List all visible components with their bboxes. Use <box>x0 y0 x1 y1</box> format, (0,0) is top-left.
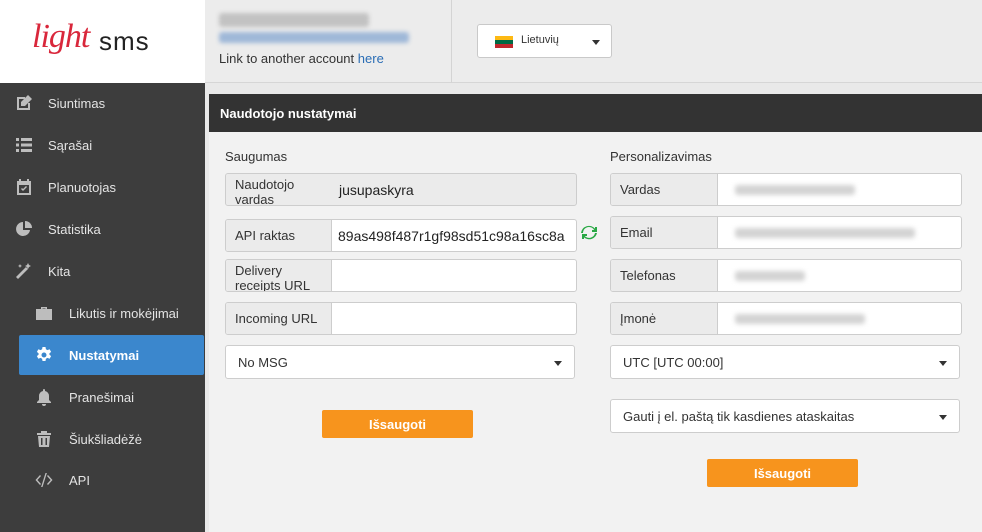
timezone-select[interactable]: UTC [UTC 00:00] <box>610 345 960 379</box>
list-icon <box>16 138 32 152</box>
company-label: Įmonė <box>611 303 718 334</box>
email-value-redacted <box>735 228 915 238</box>
sidebar-item-label: Šiukšliadėžė <box>69 431 142 447</box>
company-field[interactable]: Įmonė <box>610 302 962 335</box>
sidebar-item-nustatymai[interactable]: Nustatymai <box>19 335 204 375</box>
bell-icon <box>37 389 51 406</box>
trash-icon <box>37 431 51 447</box>
sidebar-item-label: Likutis ir mokėjimai <box>69 305 179 321</box>
email-label: Email <box>611 217 718 248</box>
delivery-receipts-url-field[interactable]: Delivery receipts URL <box>225 259 577 292</box>
link-account-here[interactable]: here <box>358 51 384 66</box>
msg-select[interactable]: No MSG <box>225 345 575 379</box>
phone-value-redacted <box>735 271 805 281</box>
sidebar-item-pranesimai[interactable]: Pranešimai <box>0 377 205 417</box>
sidebar-item-planuotojas[interactable]: Planuotojas <box>0 167 205 207</box>
magic-wand-icon <box>16 263 31 279</box>
sidebar-item-statistika[interactable]: Statistika <box>0 209 205 249</box>
sidebar-item-label: Pranešimai <box>69 389 135 405</box>
username-label: Naudotojo vardas <box>226 174 332 205</box>
panel-title: Naudotojo nustatymai <box>209 94 982 132</box>
sidebar-item-siuksliadeze[interactable]: Šiukšliadėžė <box>0 419 205 459</box>
incoming-url-field[interactable]: Incoming URL <box>225 302 577 335</box>
company-value-redacted <box>735 314 865 324</box>
language-select[interactable]: Lietuvių <box>477 24 612 58</box>
save-personalization-button[interactable]: Išsaugoti <box>707 459 858 487</box>
email-field[interactable]: Email <box>610 216 962 249</box>
security-heading: Saugumas <box>225 149 288 164</box>
phone-field[interactable]: Telefonas <box>610 259 962 292</box>
phone-label: Telefonas <box>611 260 718 291</box>
incoming-url-label: Incoming URL <box>226 303 332 334</box>
top-bar: Link to another account here Lietuvių <box>205 0 982 83</box>
briefcase-icon <box>36 307 52 320</box>
logo[interactable]: light sms <box>0 0 205 83</box>
chevron-down-icon <box>554 361 562 366</box>
sidebar-item-label: Sąrašai <box>48 137 93 153</box>
api-key-field[interactable]: API raktas 89as498f487r1gf98sd51c98a16sc… <box>225 219 577 252</box>
api-key-value: 89as498f487r1gf98sd51c98a16sc8a <box>338 228 565 244</box>
sidebar-item-label: API <box>69 472 90 488</box>
sidebar: Siuntimas Sąrašai Planuotojas Statistika… <box>0 83 205 532</box>
sidebar-item-label: Nustatymai <box>69 347 140 363</box>
chevron-down-icon <box>939 361 947 366</box>
language-select-value: Lietuvių <box>521 34 559 46</box>
api-key-label: API raktas <box>226 220 332 251</box>
logo-light-text: light <box>32 18 90 55</box>
name-field[interactable]: Vardas <box>610 173 962 206</box>
sidebar-item-kita[interactable]: Kita <box>0 251 205 291</box>
edit-icon <box>17 95 32 110</box>
name-label: Vardas <box>611 174 718 205</box>
account-email-redacted[interactable] <box>219 32 409 43</box>
calendar-icon <box>17 179 31 195</box>
name-value-redacted <box>735 185 855 195</box>
save-security-button[interactable]: Išsaugoti <box>322 410 473 438</box>
sidebar-item-label: Statistika <box>48 221 101 237</box>
divider <box>451 0 452 83</box>
lithuania-flag-icon <box>495 36 513 48</box>
username-value: jusupaskyra <box>339 182 414 198</box>
personalization-heading: Personalizavimas <box>610 149 712 164</box>
chevron-down-icon <box>939 415 947 420</box>
username-field: Naudotojo vardas jusupaskyra <box>225 173 577 206</box>
reports-select-value: Gauti į el. paštą tik kasdienes ataskait… <box>623 409 855 424</box>
pie-chart-icon <box>16 221 32 236</box>
msg-select-value: No MSG <box>238 355 288 370</box>
link-account-text: Link to another account here <box>219 51 384 66</box>
reports-select[interactable]: Gauti į el. paštą tik kasdienes ataskait… <box>610 399 960 433</box>
chevron-down-icon <box>592 40 600 45</box>
sidebar-item-likutis[interactable]: Likutis ir mokėjimai <box>0 293 205 333</box>
account-name-redacted <box>219 13 369 27</box>
logo-sms-text: sms <box>99 26 150 56</box>
sidebar-item-siuntimas[interactable]: Siuntimas <box>0 83 205 123</box>
sidebar-item-label: Siuntimas <box>48 95 106 111</box>
link-account-label: Link to another account <box>219 51 355 66</box>
sidebar-item-label: Kita <box>48 263 71 279</box>
delivery-receipts-url-label: Delivery receipts URL <box>226 260 332 291</box>
refresh-icon[interactable] <box>580 224 598 242</box>
timezone-select-value: UTC [UTC 00:00] <box>623 355 724 370</box>
code-icon <box>35 473 53 487</box>
sidebar-item-api[interactable]: API <box>0 460 205 500</box>
sidebar-item-label: Planuotojas <box>48 179 116 195</box>
gear-icon <box>36 347 52 361</box>
sidebar-item-sarasai[interactable]: Sąrašai <box>0 125 205 165</box>
